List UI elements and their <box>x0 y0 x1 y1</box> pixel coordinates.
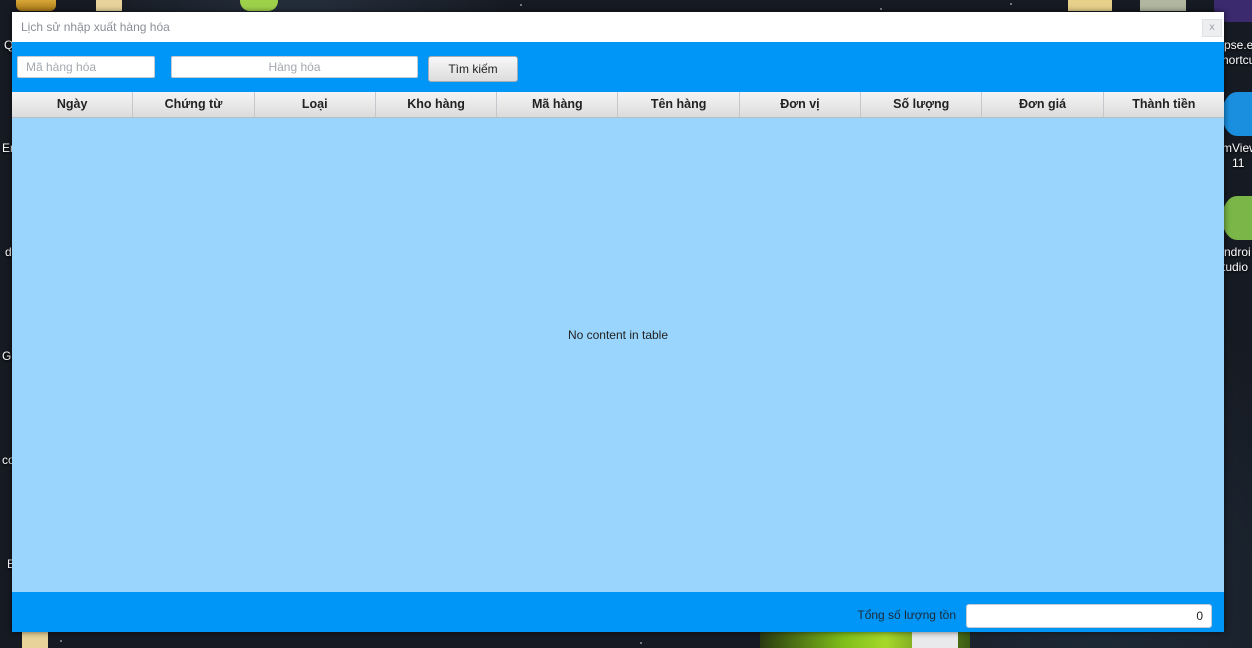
column-header-date[interactable]: Ngày <box>12 92 134 117</box>
desktop-label[interactable]: ndroi <box>1224 245 1251 259</box>
desktop-label[interactable]: mView <box>1222 141 1252 155</box>
teamviewer-icon[interactable] <box>1222 92 1252 136</box>
search-button[interactable]: Tìm kiếm <box>428 56 518 82</box>
desktop-label[interactable]: d <box>5 245 12 259</box>
history-table[interactable]: Ngày Chứng từ Loại Kho hàng Mã hàng Tên … <box>12 92 1224 592</box>
star-dot <box>640 642 642 644</box>
coins-icon[interactable] <box>16 0 56 11</box>
star-dot <box>60 640 62 642</box>
close-button[interactable]: x <box>1202 19 1222 37</box>
app-icon[interactable] <box>240 0 278 11</box>
column-header-quantity[interactable]: Số lượng <box>861 92 983 117</box>
column-header-voucher[interactable]: Chứng từ <box>133 92 255 117</box>
window-title: Lịch sử nhập xuất hàng hóa <box>21 20 170 34</box>
star-dot <box>1010 3 1012 5</box>
android-studio-icon[interactable] <box>1222 196 1252 240</box>
column-header-type[interactable]: Loại <box>255 92 376 117</box>
column-header-amount[interactable]: Thành tiền <box>1104 92 1224 117</box>
column-header-warehouse[interactable]: Kho hàng <box>376 92 498 117</box>
search-toolbar: Tìm kiếm <box>12 42 1224 92</box>
column-header-unit-price[interactable]: Đơn giá <box>982 92 1104 117</box>
desktop-label[interactable]: pse.ex <box>1224 38 1252 52</box>
desktop-label[interactable]: hortcu <box>1222 53 1252 67</box>
table-header: Ngày Chứng từ Loại Kho hàng Mã hàng Tên … <box>12 92 1224 118</box>
history-window: Lịch sử nhập xuất hàng hóa x Tìm kiếm Ng… <box>12 12 1224 632</box>
column-header-product-code[interactable]: Mã hàng <box>497 92 619 117</box>
title-bar[interactable]: Lịch sử nhập xuất hàng hóa x <box>12 12 1224 42</box>
product-name-input[interactable] <box>171 56 418 78</box>
total-stock-label: Tổng số lượng tồn <box>857 608 956 622</box>
total-stock-field[interactable]: 0 <box>966 604 1212 628</box>
desktop-label[interactable]: tudio <box>1222 260 1248 274</box>
empty-table-message: No content in table <box>567 328 669 342</box>
product-code-input[interactable] <box>17 56 155 78</box>
footer-bar: Tổng số lượng tồn 0 <box>12 592 1224 632</box>
column-header-unit[interactable]: Đơn vị <box>740 92 862 117</box>
folder-icon[interactable] <box>96 0 122 11</box>
calendar-icon[interactable] <box>1068 0 1112 11</box>
folder-icon[interactable] <box>22 632 48 648</box>
star-dot <box>880 8 882 10</box>
file-icon[interactable] <box>912 632 958 648</box>
shortcut-icon[interactable] <box>1140 0 1186 11</box>
desktop-label[interactable]: 11 <box>1232 156 1244 170</box>
star-dot <box>520 4 522 6</box>
column-header-product-name[interactable]: Tên hàng <box>618 92 740 117</box>
